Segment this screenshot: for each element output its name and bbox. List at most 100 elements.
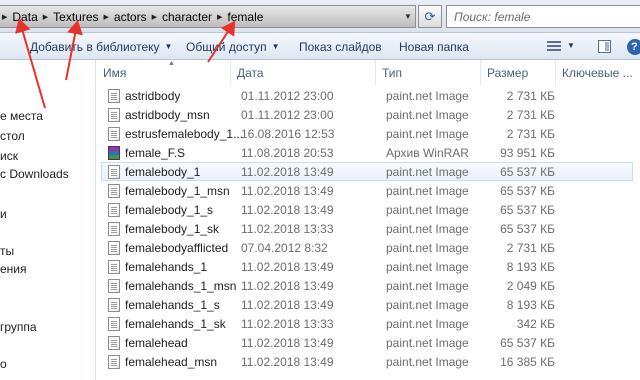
file-icon — [108, 127, 120, 141]
navigation-pane: е места стол иск с Downloads и ты ения г… — [0, 60, 96, 380]
add-to-library-button[interactable]: Добавить в библиотеку ▼ — [30, 38, 172, 55]
file-type: paint.net Image — [386, 241, 469, 255]
chevron-down-icon: ▼ — [164, 42, 173, 51]
share-button[interactable]: Общий доступ ▼ — [186, 38, 280, 55]
file-date: 11.02.2018 13:49 — [241, 336, 334, 350]
column-header-name[interactable]: Имя — [97, 60, 231, 85]
file-icon — [108, 260, 120, 274]
file-name: femalehead — [125, 336, 188, 350]
column-header-size[interactable]: Размер — [481, 60, 556, 85]
file-row[interactable]: femalehands_1_sk 11.02.2018 13:33 paint.ne… — [101, 314, 633, 333]
breadcrumb-character[interactable]: character — [159, 10, 215, 24]
nav-item-disk[interactable]: иск — [0, 147, 18, 165]
file-row[interactable]: astridbody_msn 01.11.2012 23:00 paint.net … — [101, 105, 633, 124]
file-row[interactable]: femalebody_1 11.02.2018 13:49 paint.net Im… — [101, 162, 633, 181]
breadcrumb-separator-icon[interactable]: ▶ — [215, 13, 224, 21]
nav-item-documents[interactable]: ты — [0, 242, 14, 260]
breadcrumb-separator-icon[interactable]: ▶ — [102, 13, 111, 21]
file-name: femalebody_1_msn — [125, 184, 230, 198]
file-row[interactable]: astridbody 01.11.2012 23:00 paint.net Imag… — [101, 86, 633, 105]
share-label: Общий доступ — [186, 39, 267, 54]
column-header-keywords[interactable]: Ключевые ... — [556, 60, 640, 85]
help-icon[interactable]: ? — [627, 39, 640, 55]
breadcrumb-actors[interactable]: actors — [111, 10, 150, 24]
breadcrumb-textures[interactable]: Textures — [50, 10, 101, 24]
file-icon — [108, 317, 120, 331]
file-row[interactable]: femalehead_msn 11.02.2018 13:49 paint.net … — [101, 352, 633, 371]
preview-pane-icon[interactable] — [598, 40, 611, 53]
column-header-date-label: Дата — [237, 65, 264, 80]
file-row[interactable]: femalehands_1_s 11.02.2018 13:49 paint.net… — [101, 295, 633, 314]
file-type: paint.net Image — [386, 184, 469, 198]
file-row[interactable]: femalebodyafflicted 07.04.2012 8:32 paint.… — [101, 238, 633, 257]
file-date: 01.11.2012 23:00 — [241, 89, 334, 103]
file-row[interactable]: femalehead 11.02.2018 13:49 paint.net Imag… — [101, 333, 633, 352]
file-size: 65 537 КБ — [500, 222, 555, 236]
nav-item-libraries[interactable]: и — [0, 205, 7, 223]
breadcrumb-data[interactable]: Data — [9, 10, 40, 24]
refresh-icon[interactable]: ⟳ — [418, 5, 442, 28]
breadcrumb-separator-icon[interactable]: ▶ — [150, 13, 159, 21]
file-size: 2 731 КБ — [506, 127, 555, 141]
file-row[interactable]: femalebody_1_s 11.02.2018 13:49 paint.net … — [101, 200, 633, 219]
file-type: paint.net Image — [386, 336, 469, 350]
file-row[interactable]: femalehands_1_msn 11.02.2018 13:49 paint.n… — [101, 276, 633, 295]
file-icon — [108, 279, 120, 293]
search-input[interactable] — [447, 6, 640, 27]
file-row[interactable]: estrusfemalebody_1... 16.08.2016 12:53 pai… — [101, 124, 633, 143]
file-type: paint.net Image — [386, 260, 469, 274]
nav-item-images[interactable]: ения — [0, 260, 27, 278]
column-header-date[interactable]: Дата — [231, 60, 376, 85]
file-date: 11.02.2018 13:49 — [241, 165, 334, 179]
file-size: 65 537 КБ — [500, 203, 555, 217]
file-date: 11.08.2018 20:53 — [241, 146, 334, 160]
new-folder-button[interactable]: Новая папка — [399, 38, 469, 55]
command-bar: Добавить в библиотеку ▼ Общий доступ ▼ П… — [0, 33, 640, 60]
change-view-icon[interactable] — [547, 41, 561, 52]
file-icon — [108, 336, 120, 350]
file-name: femalehead_msn — [125, 355, 218, 369]
slideshow-label: Показ слайдов — [299, 39, 382, 54]
file-name: femalebody_1_s — [125, 203, 214, 217]
column-header-type[interactable]: Тип — [376, 60, 481, 85]
column-header-size-label: Размер — [487, 65, 529, 80]
file-type: paint.net Image — [386, 203, 469, 217]
file-type: paint.net Image — [386, 298, 469, 312]
breadcrumb-separator-icon[interactable]: ▶ — [0, 13, 9, 21]
file-icon — [108, 203, 120, 217]
file-type: paint.net Image — [386, 89, 469, 103]
file-size: 65 537 КБ — [500, 184, 555, 198]
file-size: 2 731 КБ — [506, 108, 555, 122]
column-header-keywords-label: Ключевые ... — [562, 65, 633, 80]
file-list: astridbody 01.11.2012 23:00 paint.net Imag… — [97, 85, 640, 380]
file-date: 11.02.2018 13:49 — [241, 184, 334, 198]
slideshow-button[interactable]: Показ слайдов — [299, 38, 382, 55]
nav-item-computer[interactable]: о — [0, 355, 7, 373]
file-size: 16 385 КБ — [500, 355, 555, 369]
file-date: 11.02.2018 13:49 — [241, 203, 334, 217]
file-row[interactable]: femalehands_1 11.02.2018 13:49 paint.net I… — [101, 257, 633, 276]
rar-icon — [108, 146, 120, 160]
breadcrumb-separator-icon[interactable]: ▶ — [41, 13, 50, 21]
search-box[interactable] — [446, 5, 640, 28]
file-size: 65 537 КБ — [500, 336, 555, 350]
file-type: Архив WinRAR — [386, 146, 469, 160]
file-icon — [108, 298, 120, 312]
nav-item-downloads[interactable]: с Downloads — [0, 165, 69, 183]
file-date: 07.04.2012 8:32 — [241, 241, 328, 255]
file-row[interactable]: femalebody_1_sk 11.02.2018 13:33 paint.net… — [101, 219, 633, 238]
nav-item-desktop[interactable]: стол — [0, 127, 25, 145]
breadcrumb-female[interactable]: female — [224, 10, 266, 24]
file-size: 8 193 КБ — [506, 260, 555, 274]
address-bar[interactable]: ▶ Data ▶ Textures ▶ actors ▶ character ▶… — [0, 5, 416, 28]
file-icon — [108, 355, 120, 369]
file-type: paint.net Image — [386, 355, 469, 369]
address-history-dropdown-icon[interactable]: ▼ — [400, 5, 416, 28]
nav-item-recent-places[interactable]: е места — [0, 107, 43, 125]
file-row[interactable]: femalebody_1_msn 11.02.2018 13:49 paint.ne… — [101, 181, 633, 200]
view-options-dropdown-icon[interactable]: ▼ — [567, 41, 575, 50]
nav-item-homegroup[interactable]: группа — [0, 318, 37, 336]
file-type: paint.net Image — [386, 222, 469, 236]
file-row[interactable]: female_F.S 11.08.2018 20:53 Архив WinRAR 93… — [101, 143, 633, 162]
file-date: 11.02.2018 13:49 — [241, 279, 334, 293]
